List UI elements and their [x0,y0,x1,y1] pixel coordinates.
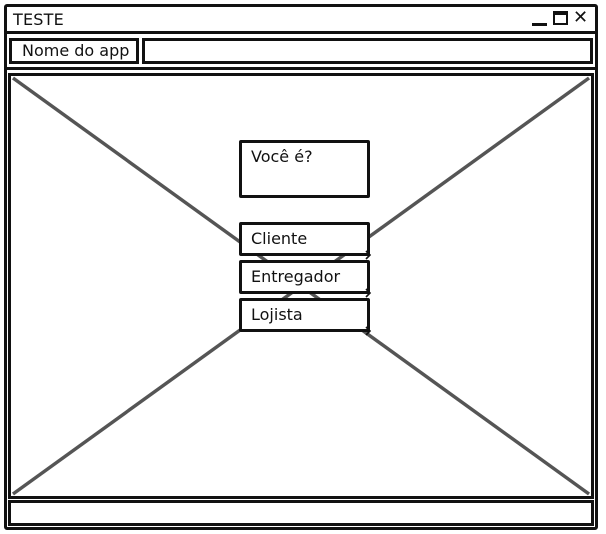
arrow-right-icon [358,326,372,336]
minimize-icon[interactable] [531,11,547,27]
arrow-right-icon [358,250,372,260]
option-label: Lojista [251,305,303,324]
app-name-tab[interactable]: Nome do app [9,38,139,64]
option-entregador-button[interactable]: Entregador [239,260,372,298]
window-title: TESTE [13,10,64,29]
address-field[interactable] [142,38,593,64]
option-label: Cliente [251,229,308,248]
option-label: Entregador [251,267,341,286]
close-icon[interactable]: ✕ [573,8,589,28]
maximize-icon[interactable] [553,11,569,27]
nav-bar: Nome do app [7,37,595,70]
question-label: Você é? [239,140,370,198]
title-bar: TESTE ✕ [7,7,595,34]
option-cliente-button[interactable]: Cliente [239,222,372,260]
arrow-right-icon [358,288,372,298]
content-area: Você é? Cliente Entregador Lojista [8,73,594,499]
app-window: TESTE ✕ Nome do app Você é? Cliente Entr… [4,4,598,530]
option-lojista-button[interactable]: Lojista [239,298,372,336]
status-bar [8,500,594,526]
